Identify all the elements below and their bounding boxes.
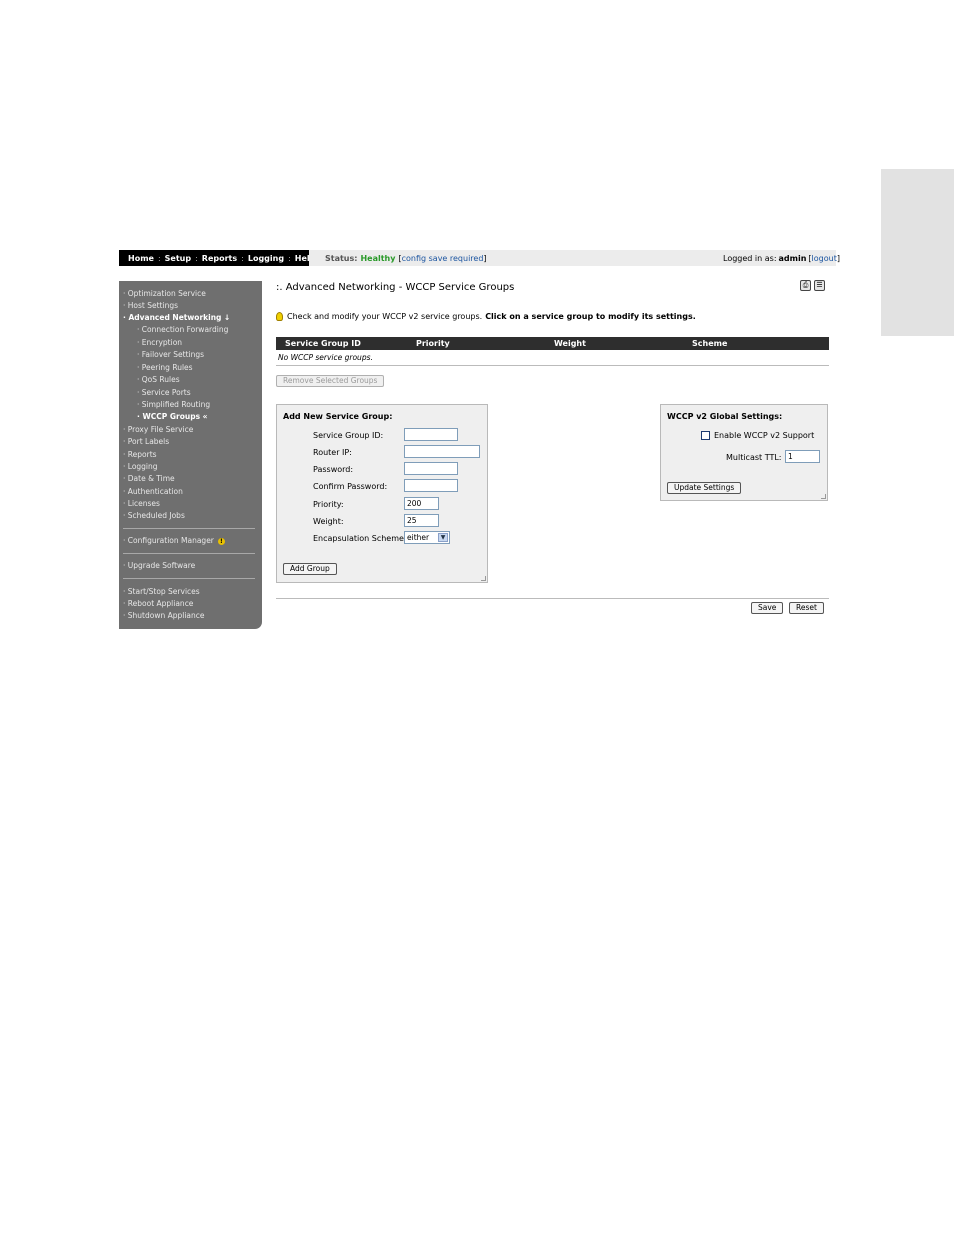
remove-selected-groups-button[interactable]: Remove Selected Groups bbox=[276, 375, 385, 387]
sidebar-divider bbox=[123, 553, 255, 554]
sidebar-item-logging[interactable]: · Logging bbox=[123, 462, 158, 471]
footer-divider bbox=[276, 598, 829, 599]
sidebar-item-reports[interactable]: · Reports bbox=[123, 450, 157, 459]
page-hint: Check and modify your WCCP v2 service gr… bbox=[276, 312, 696, 321]
sidebar-item-upgrade-software[interactable]: · Upgrade Software bbox=[123, 561, 195, 570]
sidebar-item-configuration-manager[interactable]: · Configuration Manager! bbox=[123, 536, 225, 545]
config-bracket-close: ] bbox=[483, 253, 487, 263]
sidebar-item-connection-forwarding[interactable]: · Connection Forwarding bbox=[137, 325, 228, 334]
encapsulation-scheme-value: either bbox=[407, 533, 430, 542]
encapsulation-scheme-select[interactable]: either ▼ bbox=[404, 531, 450, 544]
top-navigation: Home : Setup : Reports : Logging : Help … bbox=[119, 250, 840, 266]
table-empty-message: No WCCP service groups. bbox=[278, 353, 373, 362]
password-label: Password: bbox=[313, 465, 354, 474]
wccp-global-settings-panel: WCCP v2 Global Settings: Enable WCCP v2 … bbox=[660, 404, 828, 501]
sidebar-item-start-stop-services[interactable]: · Start/Stop Services bbox=[123, 587, 200, 596]
sidebar-item-peering-rules[interactable]: · Peering Rules bbox=[137, 363, 193, 372]
sidebar-item-authentication[interactable]: · Authentication bbox=[123, 487, 183, 496]
enable-wccp-checkbox[interactable] bbox=[701, 431, 710, 440]
update-settings-button[interactable]: Update Settings bbox=[667, 482, 742, 494]
lightbulb-icon bbox=[276, 312, 283, 321]
login-info: Logged in as: admin [ logout ] bbox=[723, 250, 840, 266]
main-menu: Home : Setup : Reports : Logging : Help bbox=[119, 250, 315, 266]
sidebar-item-host-settings[interactable]: · Host Settings bbox=[123, 301, 178, 310]
encapsulation-scheme-label: Encapsulation Scheme: bbox=[313, 534, 407, 543]
page-title: :. Advanced Networking - WCCP Service Gr… bbox=[276, 282, 515, 293]
sidebar-divider bbox=[123, 528, 255, 529]
resize-grip-icon bbox=[481, 576, 486, 581]
confirm-password-label: Confirm Password: bbox=[313, 482, 388, 491]
sidebar-item-qos-rules[interactable]: · QoS Rules bbox=[137, 375, 180, 384]
sidebar-item-label: · Configuration Manager bbox=[123, 536, 214, 545]
router-ip-input[interactable] bbox=[404, 445, 480, 458]
weight-label: Weight: bbox=[313, 517, 344, 526]
sidebar-item-date-time[interactable]: · Date & Time bbox=[123, 474, 175, 483]
nav-logging[interactable]: Logging bbox=[245, 254, 287, 263]
column-header-priority[interactable]: Priority bbox=[416, 339, 450, 348]
hint-text: Check and modify your WCCP v2 service gr… bbox=[287, 312, 483, 321]
table-divider bbox=[276, 365, 829, 366]
service-group-id-input[interactable] bbox=[404, 428, 458, 441]
sidebar-item-shutdown-appliance[interactable]: · Shutdown Appliance bbox=[123, 611, 205, 620]
login-user: admin bbox=[778, 253, 807, 263]
enable-wccp-label: Enable WCCP v2 Support bbox=[714, 431, 815, 440]
sidebar-item-simplified-routing[interactable]: · Simplified Routing bbox=[137, 400, 210, 409]
password-input[interactable] bbox=[404, 462, 458, 475]
nav-reports[interactable]: Reports bbox=[199, 254, 240, 263]
warning-icon: ! bbox=[217, 537, 225, 545]
chevron-down-icon: ▼ bbox=[438, 533, 448, 542]
config-save-link[interactable]: config save required bbox=[402, 254, 484, 263]
priority-input[interactable]: 200 bbox=[404, 497, 439, 510]
sidebar-item-failover-settings[interactable]: · Failover Settings bbox=[137, 350, 204, 359]
login-bracket-close: ] bbox=[836, 253, 840, 263]
resize-grip-icon bbox=[821, 494, 826, 499]
logout-link[interactable]: logout bbox=[812, 254, 837, 263]
sidebar-item-advanced-networking[interactable]: · Advanced Networking ↓ bbox=[123, 313, 230, 322]
page-edge-tab bbox=[881, 169, 954, 336]
confirm-password-input[interactable] bbox=[404, 479, 458, 492]
sidebar: · Optimization Service · Host Settings ·… bbox=[119, 281, 262, 629]
panel-title: WCCP v2 Global Settings: bbox=[667, 412, 783, 421]
print-icon[interactable]: ⎙ bbox=[800, 280, 811, 291]
sidebar-item-encryption[interactable]: · Encryption bbox=[137, 338, 182, 347]
sidebar-item-optimization-service[interactable]: · Optimization Service bbox=[123, 289, 206, 298]
login-prefix: Logged in as: bbox=[723, 253, 777, 263]
sidebar-item-licenses[interactable]: · Licenses bbox=[123, 499, 160, 508]
sidebar-item-reboot-appliance[interactable]: · Reboot Appliance bbox=[123, 599, 193, 608]
multicast-ttl-input[interactable]: 1 bbox=[785, 450, 820, 463]
sidebar-item-scheduled-jobs[interactable]: · Scheduled Jobs bbox=[123, 511, 185, 520]
add-group-button[interactable]: Add Group bbox=[283, 563, 337, 575]
service-group-id-label: Service Group ID: bbox=[313, 431, 384, 440]
table-header: Service Group ID Priority Weight Scheme bbox=[276, 337, 829, 350]
weight-input[interactable]: 25 bbox=[404, 514, 439, 527]
priority-label: Priority: bbox=[313, 500, 344, 509]
sidebar-divider bbox=[123, 578, 255, 579]
column-header-service-group-id[interactable]: Service Group ID bbox=[285, 339, 361, 348]
panel-title: Add New Service Group: bbox=[283, 412, 393, 421]
nav-home[interactable]: Home bbox=[125, 254, 157, 263]
status-label: Status: bbox=[325, 253, 358, 263]
router-ip-label: Router IP: bbox=[313, 448, 352, 457]
column-header-weight[interactable]: Weight bbox=[554, 339, 586, 348]
nav-setup[interactable]: Setup bbox=[162, 254, 194, 263]
sidebar-item-proxy-file-service[interactable]: · Proxy File Service bbox=[123, 425, 193, 434]
reset-button[interactable]: Reset bbox=[789, 602, 824, 614]
title-icon-group: ⎙ ☰ bbox=[800, 280, 825, 291]
multicast-ttl-label: Multicast TTL: bbox=[726, 453, 782, 462]
save-button[interactable]: Save bbox=[751, 602, 784, 614]
status-value: Healthy bbox=[360, 253, 396, 263]
sidebar-item-service-ports[interactable]: · Service Ports bbox=[137, 388, 191, 397]
hint-text-bold: Click on a service group to modify its s… bbox=[485, 312, 696, 321]
sidebar-item-port-labels[interactable]: · Port Labels bbox=[123, 437, 169, 446]
sidebar-item-wccp-groups[interactable]: · WCCP Groups « bbox=[137, 412, 208, 421]
help-book-icon[interactable]: ☰ bbox=[814, 280, 825, 291]
column-header-scheme[interactable]: Scheme bbox=[692, 339, 727, 348]
add-service-group-panel: Add New Service Group: Service Group ID:… bbox=[276, 404, 488, 583]
